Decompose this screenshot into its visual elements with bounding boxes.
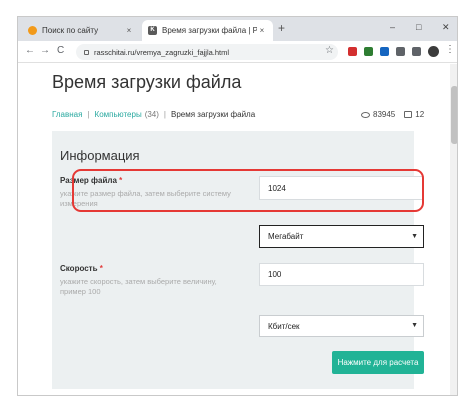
back-button[interactable]: ← [25, 45, 35, 56]
tab-file-load-time[interactable]: K Время загрузки файла | Рассчитай × [142, 20, 273, 41]
selected-speed-unit: Кбит/сек [268, 321, 300, 331]
playlist-icon[interactable] [412, 47, 421, 56]
breadcrumb-category[interactable]: Компьютеры [95, 110, 142, 119]
panel-title: Информация [60, 148, 140, 163]
breadcrumb: Главная | Компьютеры (34) | Время загруз… [52, 110, 255, 119]
new-tab-button[interactable]: + [278, 21, 285, 35]
url-text: rasschitai.ru/vremya_zagruzki_fajjla.htm… [94, 47, 230, 57]
speed-label: Скорость * [60, 264, 103, 273]
comments-count: 12 [415, 110, 425, 119]
breadcrumb-count: (34) [144, 110, 159, 119]
blue-extension-icon[interactable] [380, 47, 389, 56]
comment-icon [404, 111, 413, 118]
breadcrumb-separator: | [163, 110, 166, 119]
highlight-frame [72, 169, 424, 212]
page-stats: 83945 12 [361, 110, 424, 119]
rasschitai-favicon-icon: K [148, 26, 157, 35]
page-content: Время загрузки файла Главная | Компьютер… [18, 64, 457, 395]
forward-button[interactable]: → [40, 45, 50, 56]
file-size-unit-select[interactable]: Мегабайт ▼ [259, 225, 424, 248]
scrollbar[interactable] [450, 64, 457, 395]
speed-unit-select[interactable]: Кбит/сек ▼ [259, 315, 424, 337]
views-count: 83945 [373, 110, 396, 119]
puzzle-icon[interactable] [396, 47, 405, 56]
tab-strip: Поиск по сайту × K Время загрузки файла … [18, 17, 457, 41]
breadcrumb-separator: | [87, 110, 90, 119]
breadcrumb-current: Время загрузки файла [171, 110, 256, 119]
eye-icon [361, 111, 370, 118]
chevron-down-icon: ▼ [411, 322, 418, 329]
lock-icon [84, 49, 89, 55]
address-bar[interactable]: rasschitai.ru/vremya_zagruzki_fajjla.htm… [76, 44, 338, 60]
tab-label: Время загрузки файла | Рассчитай [162, 26, 257, 35]
green-extension-icon[interactable] [364, 47, 373, 56]
selected-unit: Мегабайт [268, 232, 304, 241]
browser-toolbar: ← → C rasschitai.ru/vremya_zagruzki_fajj… [18, 41, 457, 63]
profile-avatar[interactable] [428, 46, 439, 57]
maximize-button[interactable]: □ [416, 22, 421, 32]
opera-icon[interactable] [348, 47, 357, 56]
tab-site-search[interactable]: Поиск по сайту × [22, 20, 140, 41]
site-favicon-icon [28, 26, 37, 35]
speed-hint: укажите скорость, затем выберите величин… [60, 277, 217, 296]
minimize-button[interactable]: – [390, 22, 395, 32]
chevron-down-icon: ▼ [411, 232, 418, 240]
close-tab-icon[interactable]: × [124, 26, 134, 35]
scrollbar-thumb[interactable] [451, 86, 457, 144]
tab-label: Поиск по сайту [42, 26, 99, 35]
calculate-button[interactable]: Нажмите для расчета [332, 351, 424, 374]
speed-input[interactable]: 100 [259, 263, 424, 286]
close-window-button[interactable]: ✕ [442, 22, 450, 33]
reload-button[interactable]: C [57, 45, 64, 56]
close-tab-icon[interactable]: × [257, 26, 267, 35]
page-title: Время загрузки файла [52, 72, 242, 92]
info-panel: Информация Размер файла * укажите размер… [52, 131, 424, 389]
breadcrumb-home[interactable]: Главная [52, 110, 82, 119]
menu-icon[interactable]: ⋮ [445, 44, 455, 55]
bookmark-star-icon[interactable]: ☆ [325, 45, 334, 56]
browser-window: Поиск по сайту × K Время загрузки файла … [17, 16, 458, 396]
